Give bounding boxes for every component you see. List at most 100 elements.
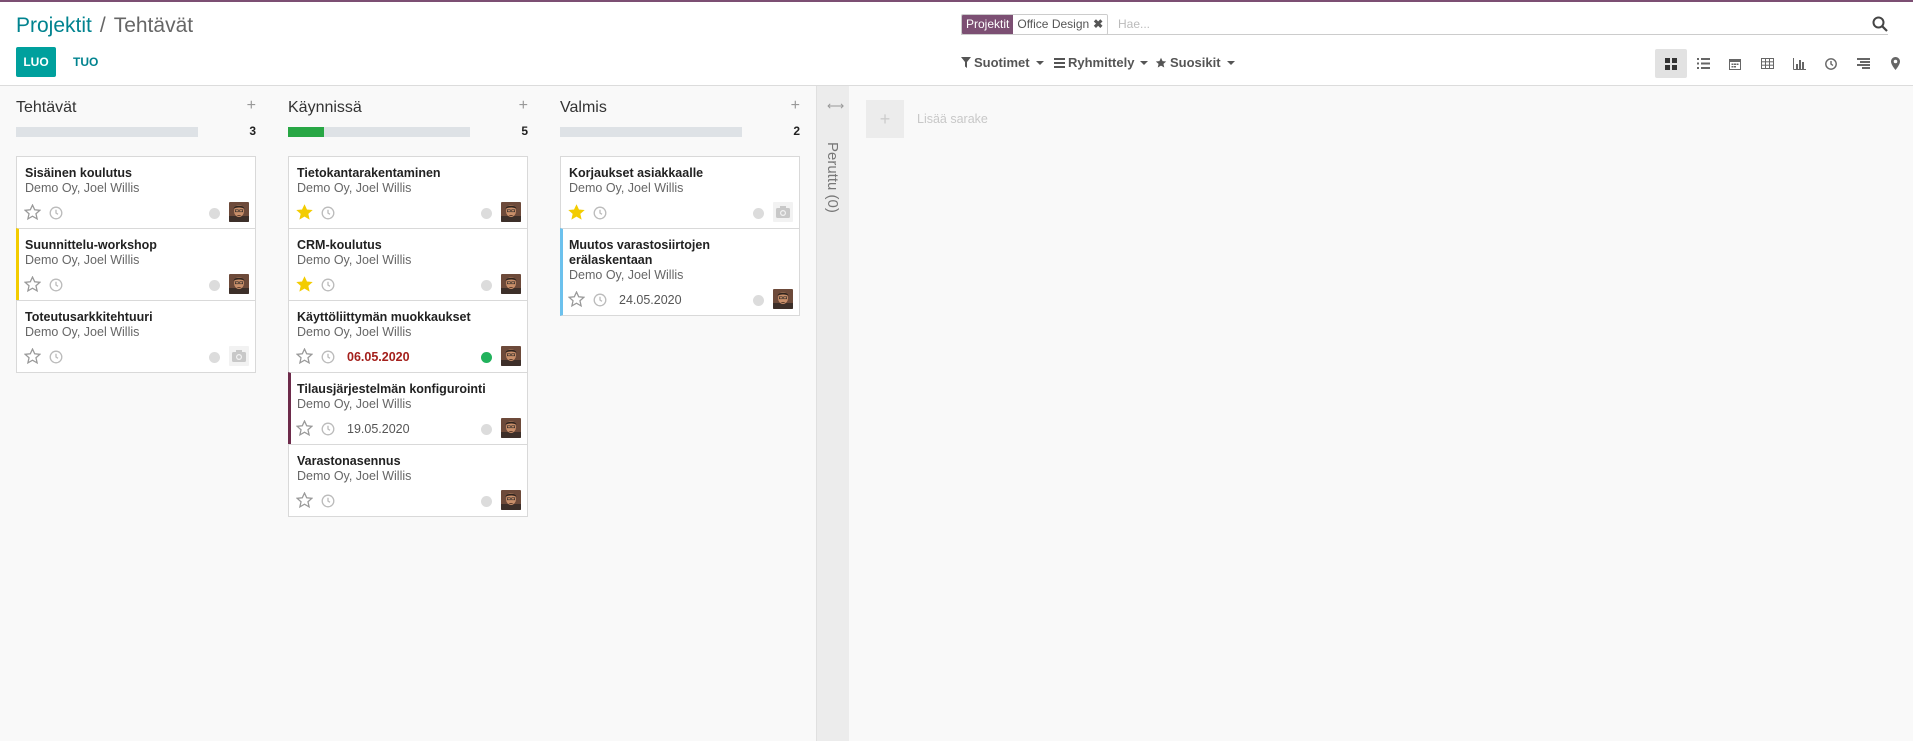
kanban-state-dot[interactable]: [209, 280, 220, 291]
kanban-card[interactable]: Tietokantarakentaminen Demo Oy, Joel Wil…: [288, 156, 528, 229]
avatar[interactable]: [501, 202, 521, 222]
column-cards: Korjaukset asiakkaalle Demo Oy, Joel Wil…: [560, 156, 800, 316]
map-view-icon[interactable]: [1879, 49, 1911, 78]
create-button[interactable]: LUO: [16, 47, 56, 77]
activity-clock-icon[interactable]: [321, 350, 335, 364]
activity-clock-icon[interactable]: [321, 278, 335, 292]
column-progress-bar[interactable]: [560, 127, 742, 137]
star-icon[interactable]: [568, 291, 585, 308]
avatar[interactable]: [229, 346, 249, 366]
kanban-state-dot[interactable]: [481, 352, 492, 363]
favorites-dropdown[interactable]: Suosikit: [1155, 55, 1235, 70]
card-subtitle: Demo Oy, Joel Willis: [297, 397, 412, 411]
pivot-view-icon[interactable]: [1751, 49, 1783, 78]
column-progress-bar[interactable]: [16, 127, 198, 137]
folded-column-cancelled[interactable]: ⟷ Peruttu (0): [816, 86, 849, 741]
star-icon[interactable]: [296, 348, 313, 365]
filters-dropdown[interactable]: Suotimet: [961, 55, 1044, 70]
avatar[interactable]: [229, 202, 249, 222]
import-button[interactable]: TUO: [64, 47, 107, 77]
star-icon[interactable]: [24, 348, 41, 365]
avatar[interactable]: [501, 274, 521, 294]
kanban-state-dot[interactable]: [481, 280, 492, 291]
kanban-card[interactable]: Varastonasennus Demo Oy, Joel Willis: [288, 444, 528, 517]
search-input[interactable]: [1118, 14, 1838, 33]
kanban-card[interactable]: CRM-koulutus Demo Oy, Joel Willis: [288, 228, 528, 301]
kanban-card[interactable]: Suunnittelu-workshop Demo Oy, Joel Willi…: [16, 228, 256, 301]
card-footer: 19.05.2020: [296, 418, 521, 438]
group-by-dropdown[interactable]: Ryhmittely: [1054, 55, 1149, 70]
column-title[interactable]: Valmis: [560, 99, 607, 117]
kanban-card[interactable]: Tilausjärjestelmän konfigurointi Demo Oy…: [288, 372, 528, 445]
avatar[interactable]: [501, 418, 521, 438]
kanban-view-icon[interactable]: [1655, 49, 1687, 78]
column-title[interactable]: Tehtävät: [16, 99, 76, 117]
kanban-state-dot[interactable]: [753, 208, 764, 219]
facet-value: Office Design: [1013, 15, 1094, 34]
search-icon[interactable]: [1872, 16, 1888, 32]
folded-column-label: Peruttu (0): [824, 142, 841, 213]
quick-create-plus-icon[interactable]: +: [519, 97, 528, 115]
kanban-state-dot[interactable]: [481, 496, 492, 507]
bars-icon: [1054, 57, 1065, 68]
card-footer: [568, 202, 793, 222]
star-icon[interactable]: [296, 492, 313, 509]
star-icon[interactable]: [296, 420, 313, 437]
avatar[interactable]: [773, 289, 793, 309]
graph-view-icon[interactable]: [1783, 49, 1815, 78]
card-subtitle: Demo Oy, Joel Willis: [297, 325, 412, 339]
column-header: Käynnissä +: [288, 97, 528, 119]
avatar[interactable]: [229, 274, 249, 294]
card-subtitle: Demo Oy, Joel Willis: [297, 469, 412, 483]
filters-label: Suotimet: [974, 55, 1030, 70]
activity-clock-icon[interactable]: [49, 350, 63, 364]
card-subtitle: Demo Oy, Joel Willis: [569, 268, 684, 282]
list-view-icon[interactable]: [1687, 49, 1719, 78]
avatar[interactable]: [501, 346, 521, 366]
activity-clock-icon[interactable]: [49, 206, 63, 220]
kanban-card[interactable]: Käyttöliittymän muokkaukset Demo Oy, Joe…: [288, 300, 528, 373]
progress-fill: [288, 127, 325, 137]
star-icon[interactable]: [24, 204, 41, 221]
card-subtitle: Demo Oy, Joel Willis: [297, 253, 412, 267]
column-progress-bar[interactable]: [288, 127, 470, 137]
kanban-board: Tehtävät + 3 Sisäinen koulutus Demo Oy, …: [0, 86, 1913, 741]
star-icon: [1155, 57, 1167, 67]
star-icon[interactable]: [24, 276, 41, 293]
kanban-state-dot[interactable]: [209, 208, 220, 219]
activity-clock-icon[interactable]: [321, 494, 335, 508]
quick-create-plus-icon[interactable]: +: [247, 97, 256, 115]
kanban-state-dot[interactable]: [481, 208, 492, 219]
activity-clock-icon[interactable]: [321, 206, 335, 220]
card-title: Toteutusarkkitehtuuri: [25, 310, 153, 324]
kanban-card[interactable]: Korjaukset asiakkaalle Demo Oy, Joel Wil…: [560, 156, 800, 229]
chevron-down-icon: [1226, 60, 1235, 65]
star-icon[interactable]: [568, 204, 585, 221]
card-title: Tietokantarakentaminen: [297, 166, 441, 180]
kanban-state-dot[interactable]: [209, 352, 220, 363]
star-icon[interactable]: [296, 276, 313, 293]
activity-clock-icon[interactable]: [321, 422, 335, 436]
activity-clock-icon[interactable]: [49, 278, 63, 292]
activity-clock-icon[interactable]: [593, 293, 607, 307]
activity-view-icon[interactable]: [1815, 49, 1847, 78]
star-icon[interactable]: [296, 204, 313, 221]
kanban-card[interactable]: Muutos varastosiirtojen erälaskentaan De…: [560, 228, 800, 316]
column-count: 2: [793, 124, 800, 138]
quick-create-plus-icon[interactable]: +: [791, 97, 800, 115]
fold-handle-icon: ⟷: [827, 99, 845, 113]
avatar[interactable]: [501, 490, 521, 510]
breadcrumb-projects-link[interactable]: Projektit: [16, 14, 92, 37]
column-title[interactable]: Käynnissä: [288, 99, 362, 117]
calendar-view-icon[interactable]: [1719, 49, 1751, 78]
facet-remove-icon[interactable]: ✖: [1093, 15, 1108, 34]
kanban-card[interactable]: Toteutusarkkitehtuuri Demo Oy, Joel Will…: [16, 300, 256, 373]
activity-clock-icon[interactable]: [593, 206, 607, 220]
avatar[interactable]: [773, 202, 793, 222]
kanban-card[interactable]: Sisäinen koulutus Demo Oy, Joel Willis: [16, 156, 256, 229]
kanban-state-dot[interactable]: [753, 295, 764, 306]
gantt-view-icon[interactable]: [1847, 49, 1879, 78]
kanban-state-dot[interactable]: [481, 424, 492, 435]
card-footer: [296, 202, 521, 222]
card-footer: [296, 490, 521, 510]
